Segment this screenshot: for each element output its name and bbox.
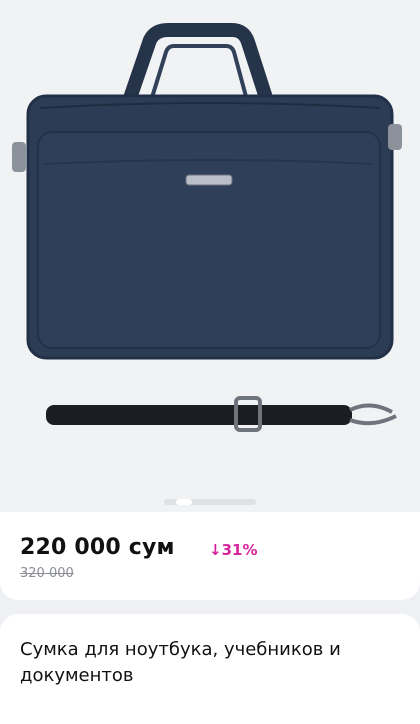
gallery-dot-active (176, 499, 192, 505)
product-price: 220 000 сум (20, 535, 175, 560)
product-image (12, 23, 402, 432)
product-image-gallery[interactable] (0, 0, 420, 512)
discount-badge: ↓31% (209, 541, 258, 559)
product-title: Сумка для ноутбука, учебников и документ… (20, 639, 341, 686)
gallery-pagination[interactable] (164, 499, 256, 505)
old-price: 320 000 (20, 566, 74, 581)
